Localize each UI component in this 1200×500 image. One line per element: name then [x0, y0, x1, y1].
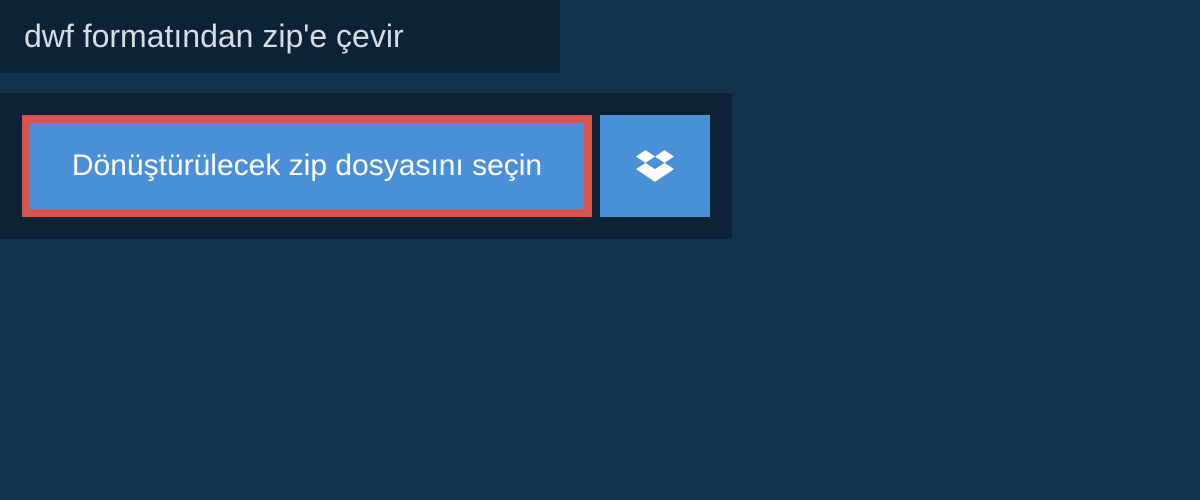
- select-file-button[interactable]: Dönüştürülecek zip dosyasını seçin: [22, 115, 592, 217]
- title-bar: dwf formatından zip'e çevir: [0, 0, 560, 73]
- dropbox-icon: [636, 147, 674, 185]
- dropbox-button[interactable]: [600, 115, 710, 217]
- upload-section: Dönüştürülecek zip dosyasını seçin: [0, 93, 732, 239]
- page-title: dwf formatından zip'e çevir: [24, 18, 536, 55]
